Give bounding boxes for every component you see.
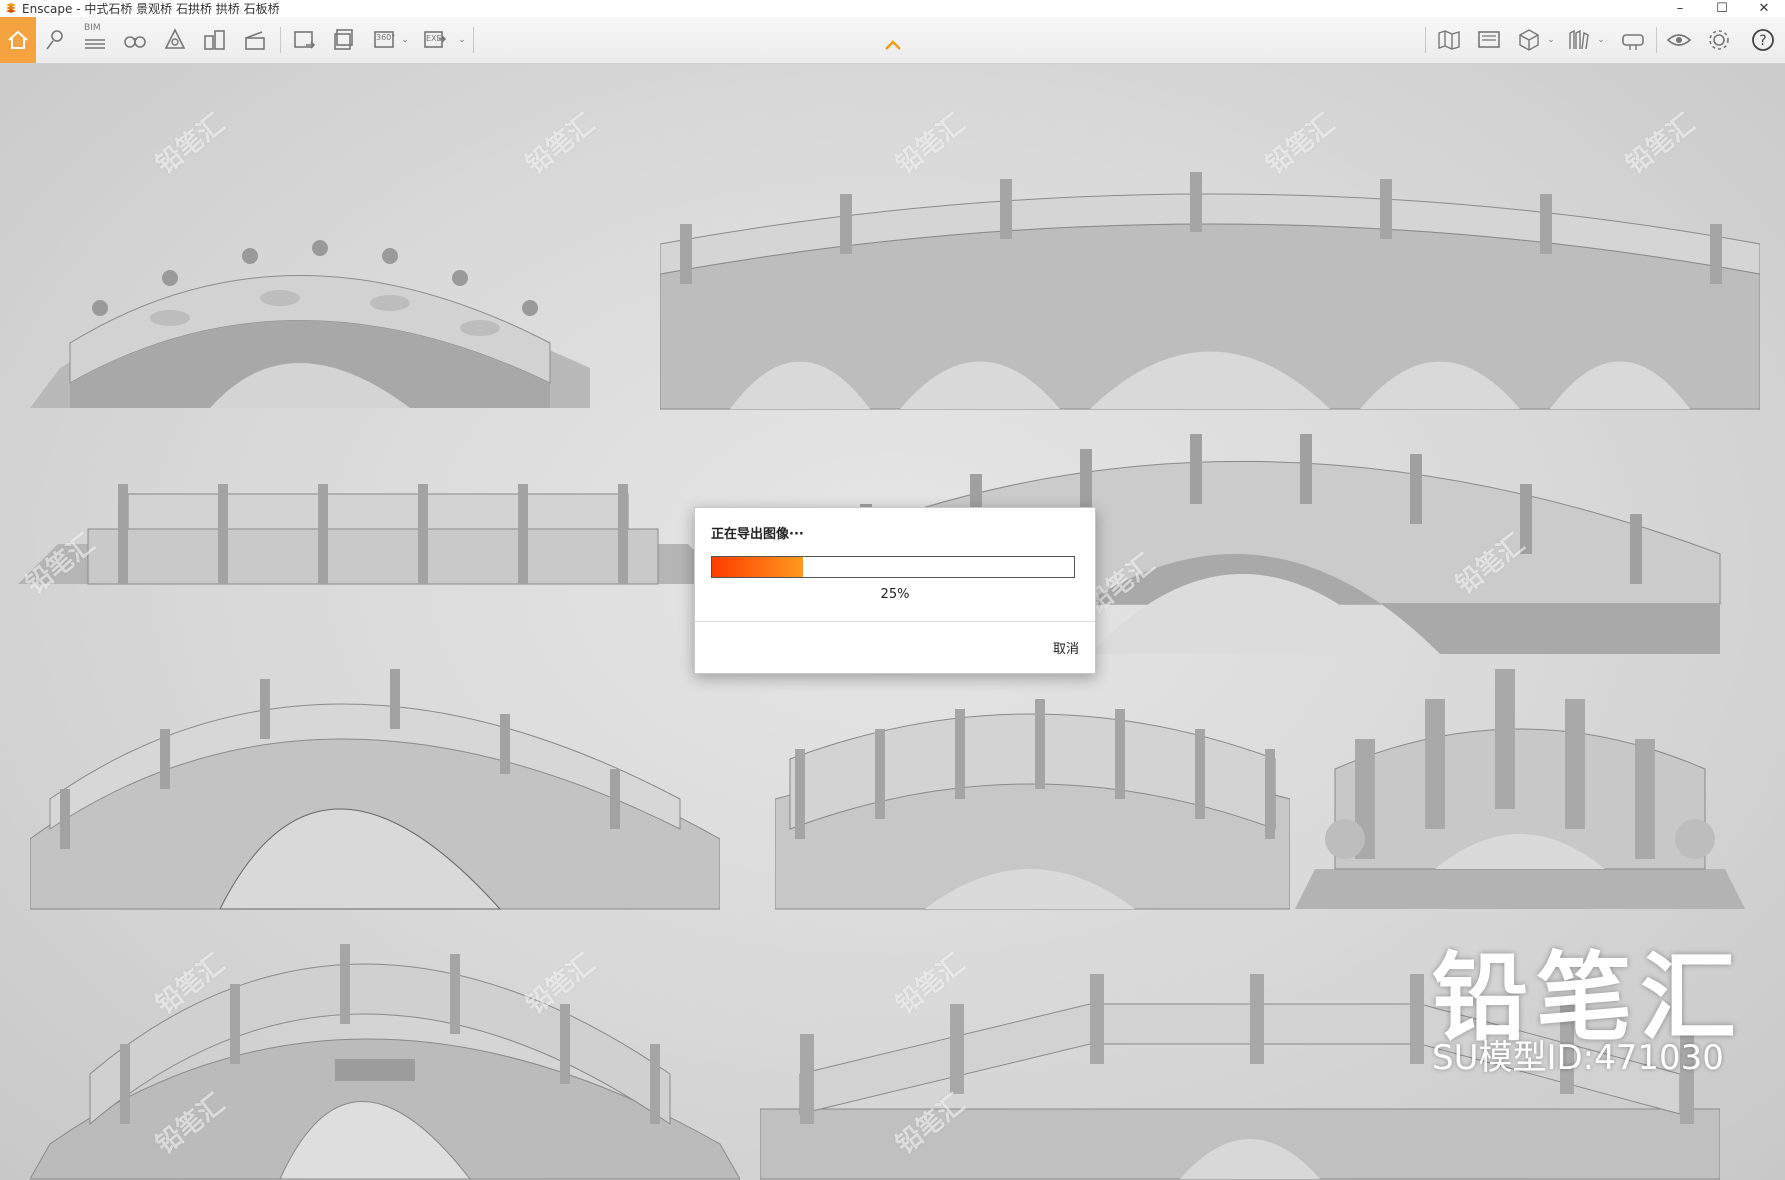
maximize-button[interactable]: ☐ <box>1702 0 1742 17</box>
asset-dropdown[interactable]: ⌄ <box>1544 25 1558 55</box>
batch-render-icon <box>334 29 353 50</box>
cancel-button[interactable]: 取消 <box>1053 638 1079 657</box>
visual-settings-button[interactable] <box>1664 25 1694 55</box>
batch-render-button[interactable] <box>330 25 360 55</box>
close-button[interactable]: ✕ <box>1744 0 1784 17</box>
toolbar-divider <box>280 27 281 53</box>
bim-button[interactable]: BIM <box>80 23 110 55</box>
cube-icon <box>1519 29 1539 51</box>
binoculars-button[interactable] <box>120 25 150 55</box>
toolbar-divider <box>1425 27 1426 53</box>
material-editor-button[interactable] <box>1474 25 1504 55</box>
buildings-button[interactable] <box>200 25 230 55</box>
chevron-down-icon: ⌄ <box>1547 35 1555 45</box>
home-icon <box>8 30 28 49</box>
chevron-down-icon: ⌄ <box>458 35 466 45</box>
enscape-logo-icon <box>6 2 16 13</box>
bridge-render <box>660 172 1760 410</box>
map-icon <box>1438 30 1460 50</box>
export-progress-dialog: 正在导出图像··· 25% 取消 <box>694 507 1096 674</box>
progress-bar <box>711 556 1075 578</box>
bridge-render <box>30 240 590 408</box>
general-settings-button[interactable] <box>1704 25 1734 55</box>
material-editor-icon <box>1478 31 1500 48</box>
bim-label: BIM <box>84 23 101 33</box>
gear-icon <box>1709 30 1729 50</box>
exe-export-button[interactable]: EXE <box>420 25 450 55</box>
upload-dropdown[interactable]: ⌄ <box>1594 25 1608 55</box>
home-button[interactable] <box>0 17 36 63</box>
buildings-icon <box>204 30 225 50</box>
chevron-up-icon <box>885 40 901 50</box>
asset-library-button[interactable] <box>1514 25 1544 55</box>
export-dropdown[interactable]: ⌄ <box>455 25 469 55</box>
bridge-render <box>1295 669 1745 909</box>
panorama-button[interactable]: 360° <box>370 25 400 55</box>
vr-headset-button[interactable] <box>1618 25 1648 55</box>
exe-label: EXE <box>426 34 442 43</box>
help-icon: ? <box>1752 29 1774 51</box>
map-pin-icon <box>46 30 63 50</box>
location-button[interactable] <box>40 25 70 55</box>
toolbar-divider <box>473 27 474 53</box>
minimize-button[interactable]: – <box>1660 0 1700 17</box>
map-button[interactable] <box>1434 25 1464 55</box>
eye-icon <box>1666 34 1692 46</box>
dialog-title: 正在导出图像··· <box>711 527 804 542</box>
progress-bar-fill <box>712 557 803 577</box>
model-id-label: SU模型ID:471030 <box>1432 1038 1724 1078</box>
bridge-render <box>30 669 720 910</box>
svg-text:?: ? <box>1759 33 1766 49</box>
bridge-render <box>775 699 1290 910</box>
upload-button[interactable] <box>1564 25 1594 55</box>
clapperboard-icon <box>245 31 265 50</box>
title-bar: Enscape - 中式石桥 景观桥 石拱桥 拱桥 石板桥 – ☐ ✕ <box>0 0 1785 17</box>
chevron-down-icon: ⌄ <box>401 35 409 45</box>
binoculars-icon <box>124 36 146 48</box>
window-title: Enscape - 中式石桥 景观桥 石拱桥 拱桥 石板桥 <box>22 2 280 16</box>
bridge-render <box>30 944 740 1180</box>
progress-percent: 25% <box>880 587 910 602</box>
image-export-icon <box>294 31 316 49</box>
bridge-render <box>18 484 728 585</box>
toolbar: BIM 360° ⌄ EXE ⌄ ⌄ ⌄ ? <box>0 17 1785 64</box>
panorama-dropdown[interactable]: ⌄ <box>398 25 412 55</box>
cone-icon <box>164 28 186 49</box>
toolbar-divider <box>1656 27 1657 53</box>
collapse-toolbar-button[interactable] <box>878 35 908 55</box>
help-button[interactable]: ? <box>1748 25 1778 55</box>
atmosphere-button[interactable] <box>160 25 190 55</box>
dialog-divider <box>695 621 1095 622</box>
books-icon <box>1569 29 1589 50</box>
vr-headset-icon <box>1622 34 1644 50</box>
chevron-down-icon: ⌄ <box>1597 35 1605 45</box>
panorama-label: 360° <box>376 33 396 42</box>
clapper-button[interactable] <box>240 25 270 55</box>
screenshot-button[interactable] <box>290 25 320 55</box>
